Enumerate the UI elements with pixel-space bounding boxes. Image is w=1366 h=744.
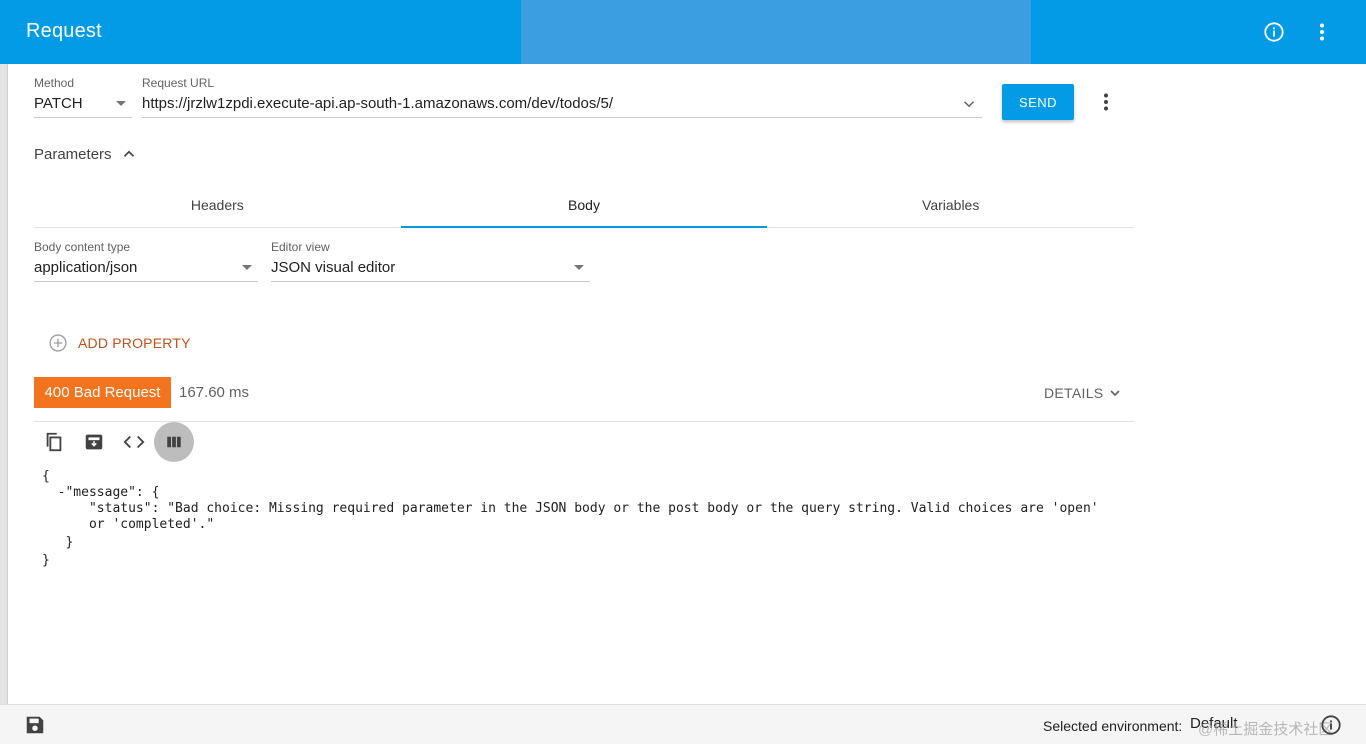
json-line: or 'completed'." — [42, 517, 215, 532]
copy-icon[interactable] — [40, 428, 68, 456]
add-property-label: ADD PROPERTY — [78, 335, 191, 351]
save-icon[interactable] — [24, 714, 46, 741]
dropdown-arrow-icon — [242, 265, 252, 270]
editor-view-select[interactable]: JSON visual editor — [271, 254, 590, 282]
details-label: DETAILS — [1044, 385, 1104, 401]
save-response-icon[interactable] — [80, 428, 108, 456]
table-view-icon[interactable] — [154, 422, 194, 462]
status-badge: 400 Bad Request — [34, 377, 171, 408]
json-line[interactable]: -"message": { — [42, 485, 1142, 501]
editor-view-label: Editor view — [271, 240, 330, 254]
tab-body[interactable]: Body — [400, 182, 768, 228]
method-select[interactable]: PATCH — [34, 90, 132, 118]
tab-variables[interactable]: Variables — [767, 182, 1134, 227]
chevron-up-icon — [120, 145, 138, 163]
parameters-toggle[interactable]: Parameters — [34, 144, 138, 164]
info-circle-icon[interactable] — [1262, 20, 1286, 44]
url-input[interactable]: https://jrzlw1zpdi.execute-api.ap-south-… — [142, 90, 982, 118]
body-content-type-value: application/json — [34, 259, 138, 276]
watermark: @稀土掘金技术社区 — [1198, 721, 1334, 738]
details-toggle[interactable]: DETAILS — [1044, 384, 1123, 402]
method-value: PATCH — [34, 95, 83, 112]
json-line: } — [42, 535, 74, 550]
response-json: { -"message": { "status": "Bad choice: M… — [42, 469, 1142, 569]
editor-view-value: JSON visual editor — [271, 259, 396, 276]
chevron-down-icon[interactable] — [960, 95, 978, 113]
json-line: } — [42, 553, 50, 568]
tab-headers[interactable]: Headers — [34, 182, 401, 227]
dropdown-arrow-icon — [116, 101, 126, 106]
parameters-label: Parameters — [34, 145, 112, 163]
kebab-menu-icon[interactable] — [1310, 20, 1334, 44]
response-time: 167.60 ms — [179, 384, 250, 401]
code-view-icon[interactable] — [120, 428, 148, 456]
dropdown-arrow-icon — [574, 265, 584, 270]
bottom-bar: Selected environment: Default @稀土掘金技术社区 — [0, 704, 1366, 744]
url-value: https://jrzlw1zpdi.execute-api.ap-south-… — [142, 95, 614, 112]
parameters-tabs: Headers Body Variables — [34, 182, 1134, 228]
json-line: { — [42, 469, 50, 484]
body-content-type-select[interactable]: application/json — [34, 254, 258, 282]
method-label: Method — [34, 76, 75, 90]
json-line: "status": "Bad choice: Missing required … — [42, 501, 1099, 516]
info-circle-icon[interactable] — [1320, 714, 1342, 741]
body-content-type-label: Body content type — [34, 240, 131, 254]
chevron-down-icon — [1107, 385, 1123, 401]
request-menu-icon[interactable] — [1094, 90, 1118, 114]
add-property-button[interactable]: ADD PROPERTY — [48, 332, 191, 354]
left-rail — [0, 64, 8, 704]
add-circle-icon — [48, 333, 68, 353]
page-title: Request — [26, 20, 102, 42]
app-window: Request Method PATCH Request URL https:/… — [0, 0, 1366, 744]
response-divider — [34, 421, 1134, 422]
send-button[interactable]: SEND — [1002, 84, 1074, 120]
environment-label: Selected environment: — [1043, 718, 1183, 734]
app-bar-highlight — [521, 0, 1031, 64]
url-label: Request URL — [142, 76, 215, 90]
app-bar: Request — [0, 0, 1366, 64]
